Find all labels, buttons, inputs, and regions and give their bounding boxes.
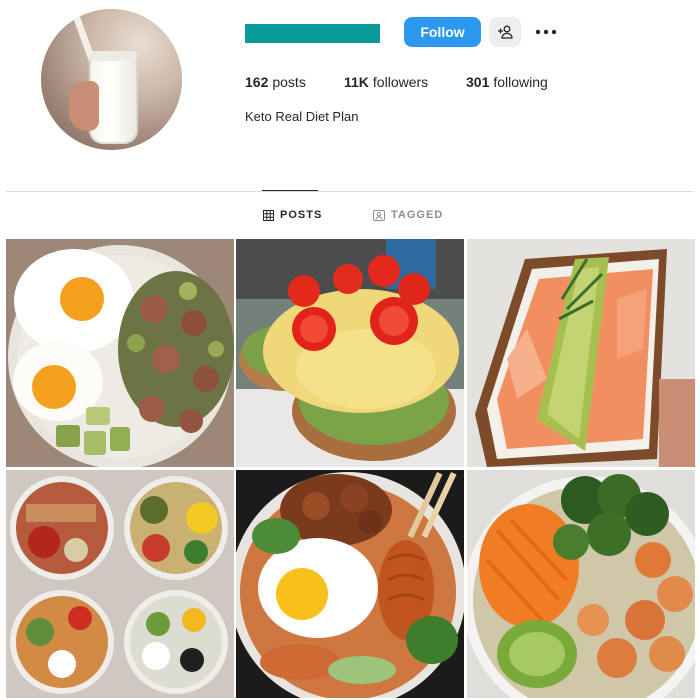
avatar-hand — [69, 81, 99, 131]
post-egg-avocado-toast — [236, 239, 464, 467]
post-tile[interactable] — [467, 239, 695, 467]
posts-label: posts — [272, 74, 306, 90]
post-egg-noodle-bowl — [236, 470, 464, 698]
person-add-icon — [498, 25, 513, 39]
more-options-button[interactable] — [530, 17, 562, 47]
post-tile[interactable] — [236, 239, 464, 467]
followers-count: 11K — [344, 74, 369, 90]
tab-posts-label: POSTS — [280, 209, 323, 221]
posts-stat: 162 posts — [245, 74, 344, 90]
tab-posts[interactable]: POSTS — [263, 209, 322, 221]
post-tile[interactable] — [6, 470, 234, 698]
post-salmon-avocado-toast — [467, 239, 695, 467]
post-tile[interactable] — [467, 470, 695, 698]
posts-count: 162 — [245, 74, 269, 90]
profile-avatar[interactable] — [41, 9, 182, 150]
tab-tagged-label: TAGGED — [391, 209, 444, 221]
post-meal-prep-bowls — [6, 470, 234, 698]
followers-stat[interactable]: 11K followers — [344, 74, 466, 90]
more-horizontal-icon — [535, 29, 557, 35]
post-shrimp-broccoli-bowl — [467, 470, 695, 698]
followers-label: followers — [372, 74, 429, 90]
active-tab-indicator — [262, 190, 318, 191]
profile-bio: Keto Real Diet Plan — [245, 109, 359, 124]
post-eggs-sausage-bowl — [6, 239, 234, 467]
following-label: following — [493, 74, 548, 90]
following-stat[interactable]: 301 following — [466, 74, 548, 90]
tab-tagged[interactable]: TAGGED — [373, 209, 443, 221]
follow-button[interactable]: Follow — [404, 17, 481, 47]
profile-stats: 162 posts 11K followers 301 following — [245, 74, 548, 90]
avatar-jar-lid — [90, 51, 137, 61]
suggest-accounts-button[interactable] — [489, 17, 521, 47]
following-count: 301 — [466, 74, 490, 90]
post-tile[interactable] — [236, 470, 464, 698]
username-redacted — [245, 24, 380, 43]
post-tile[interactable] — [6, 239, 234, 467]
grid-icon — [263, 209, 274, 221]
tabs-divider — [6, 191, 694, 192]
tagged-icon — [373, 209, 385, 221]
